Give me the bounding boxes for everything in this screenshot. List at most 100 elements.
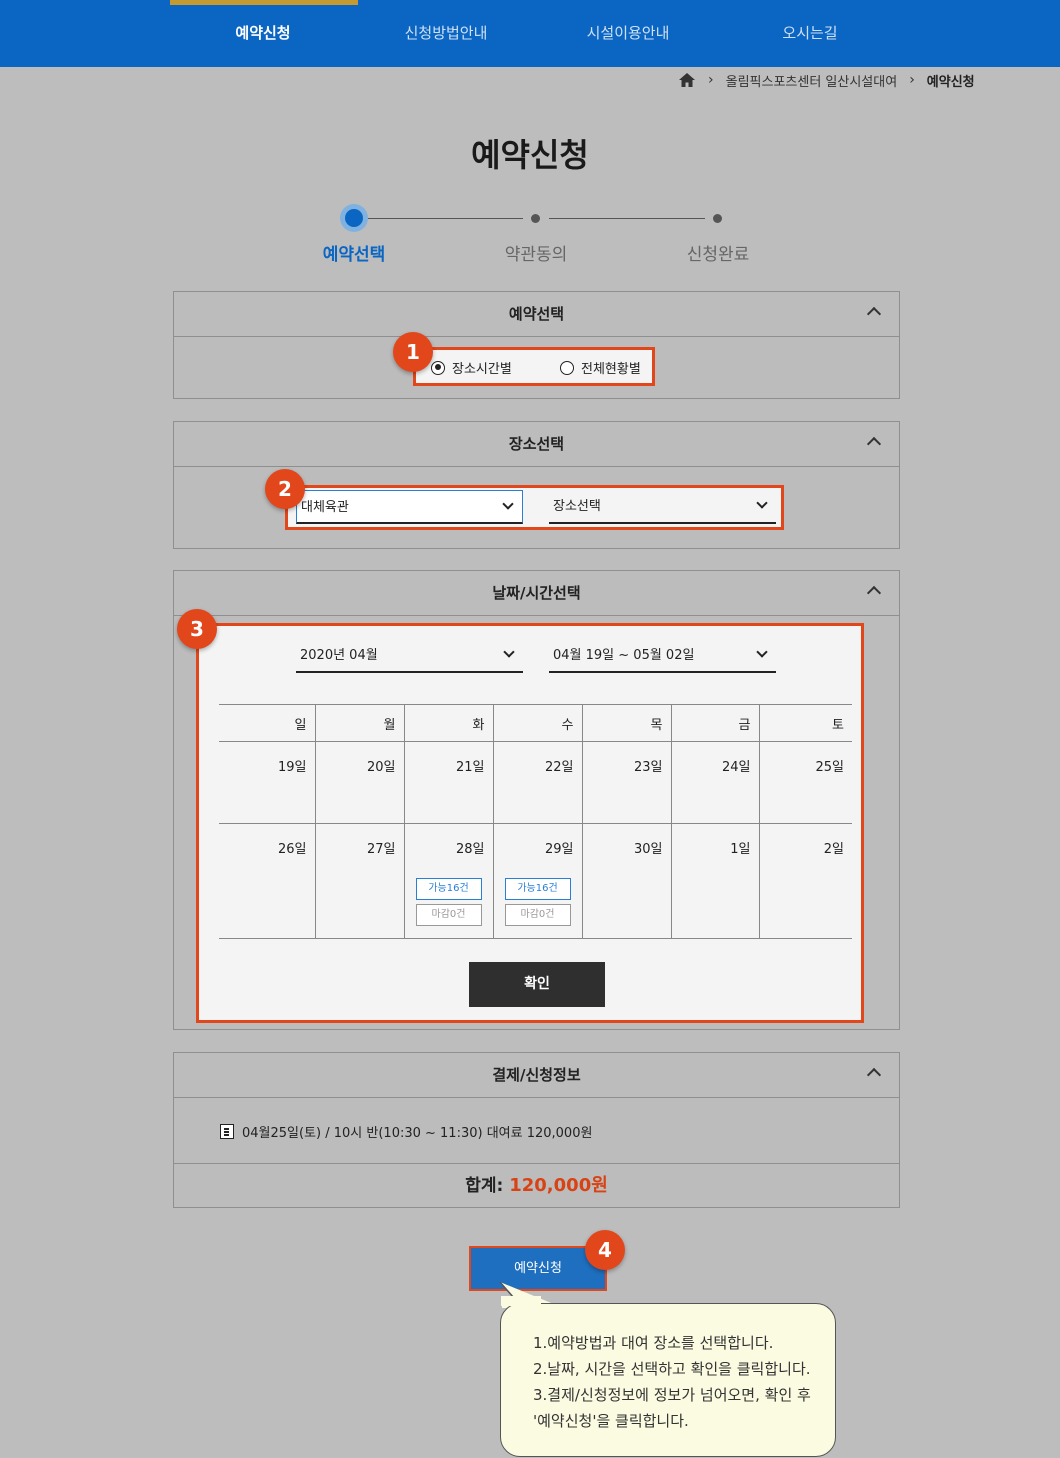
weekday-header: 화: [403, 704, 493, 742]
weekday-header: 수: [492, 704, 582, 742]
chevron-up-icon[interactable]: [866, 306, 882, 322]
calendar-day[interactable]: 21일: [403, 741, 493, 824]
payment-line: 04월25일(토) / 10시 반(10:30 ~ 11:30) 대여료 120…: [220, 1122, 592, 1141]
step-indicator: [713, 214, 722, 223]
panel-header[interactable]: 장소선택: [174, 422, 899, 467]
weekday-header: 토: [758, 704, 852, 742]
step-badge-3: 3: [177, 609, 217, 649]
tooltip-tail-mask: [501, 1296, 541, 1306]
calendar-day[interactable]: 1일: [670, 823, 759, 939]
place-select[interactable]: 장소선택: [549, 490, 776, 524]
month-select[interactable]: 2020년 04월: [296, 639, 523, 673]
available-slots-tag[interactable]: 가능16건: [504, 878, 571, 900]
calendar-day[interactable]: 25일: [758, 741, 852, 824]
calendar-day[interactable]: 26일: [219, 823, 315, 939]
weekday-header: 월: [314, 704, 404, 742]
panel-header[interactable]: 예약선택: [174, 292, 899, 337]
calendar-day[interactable]: 20일: [314, 741, 404, 824]
weekday-header: 목: [581, 704, 671, 742]
day-number: 29일: [544, 842, 574, 857]
weekday-header: 금: [670, 704, 759, 742]
calendar-day[interactable]: 27일: [314, 823, 404, 939]
day-number: 30일: [633, 842, 663, 857]
week-range-select[interactable]: 04월 19일 ~ 05월 02일: [549, 639, 776, 673]
step-label-terms: 약관동의: [504, 245, 568, 265]
month-select-value: 2020년 04월: [300, 648, 378, 663]
nav-item-directions[interactable]: 오시는길: [730, 22, 890, 43]
tooltip-line: '예약신청'을 클릭합니다.: [533, 1412, 689, 1430]
calendar-day[interactable]: 23일: [581, 741, 671, 824]
chevron-right-icon: ›: [909, 72, 915, 88]
chevron-down-icon: [756, 497, 768, 509]
radio-unchecked-icon: [560, 360, 574, 375]
day-number: 2일: [823, 842, 844, 857]
step-label-complete: 신청완료: [686, 245, 750, 265]
step-indicator-active: [340, 204, 368, 232]
panel-title: 장소선택: [508, 435, 565, 453]
facility-select[interactable]: 대체육관: [296, 490, 523, 524]
radio-label: 전체현황별: [581, 362, 641, 377]
available-slots-tag[interactable]: 가능16건: [415, 878, 482, 900]
nav-item-facility-guide[interactable]: 시설이용안내: [548, 22, 708, 43]
place-select-value: 장소선택: [553, 499, 601, 514]
day-number: 28일: [455, 842, 485, 857]
chevron-up-icon[interactable]: [866, 585, 882, 601]
breadcrumb: › 올림픽스포츠센터 일산시설대여 › 예약신청: [678, 70, 975, 90]
nav-accent-bar: [170, 0, 358, 5]
chevron-down-icon: [502, 498, 514, 510]
panel-header[interactable]: 날짜/시간선택: [174, 571, 899, 616]
step-connector: [549, 218, 705, 219]
nav-item-how-to-apply[interactable]: 신청방법안내: [366, 22, 526, 43]
panel-title: 예약선택: [508, 305, 565, 323]
tooltip-line: 1.예약방법과 대여 장소를 선택합니다.: [533, 1334, 774, 1352]
step-indicator: [531, 214, 540, 223]
radio-checked-icon: [431, 360, 445, 375]
confirm-button[interactable]: 확인: [469, 962, 605, 1007]
step-badge-2: 2: [265, 469, 305, 509]
panel-title: 날짜/시간선택: [492, 584, 581, 602]
document-icon: [220, 1124, 234, 1139]
tooltip-line: 2.날짜, 시간을 선택하고 확인을 클릭합니다.: [533, 1360, 811, 1378]
page-title: 예약신청: [471, 136, 589, 174]
radio-by-place-time[interactable]: 장소시간별: [431, 358, 512, 377]
day-number: 26일: [277, 842, 307, 857]
day-number: 27일: [366, 842, 396, 857]
day-number: 1일: [730, 842, 751, 857]
step-connector: [368, 218, 523, 219]
total-amount: 120,000원: [509, 1175, 608, 1196]
payment-line-text: 04월25일(토) / 10시 반(10:30 ~ 11:30) 대여료 120…: [242, 1126, 593, 1141]
radio-label: 장소시간별: [452, 362, 512, 377]
total-row: 합계: 120,000원: [173, 1163, 900, 1207]
calendar-day[interactable]: 29일 가능16건 마감0건: [492, 823, 582, 939]
tooltip-line: 3.결제/신청정보에 정보가 넘어오면, 확인 후: [533, 1386, 811, 1404]
help-tooltip: 1.예약방법과 대여 장소를 선택합니다. 2.날짜, 시간을 선택하고 확인을…: [500, 1303, 836, 1457]
chevron-right-icon: ›: [708, 72, 714, 88]
chevron-down-icon: [756, 646, 768, 658]
calendar-day[interactable]: 19일: [219, 741, 315, 824]
breadcrumb-section[interactable]: 올림픽스포츠센터 일산시설대여: [726, 71, 898, 90]
home-icon[interactable]: [678, 72, 696, 88]
chevron-down-icon: [503, 646, 515, 658]
panel-title: 결제/신청정보: [492, 1066, 581, 1084]
total-label: 합계:: [465, 1176, 504, 1196]
calendar-day[interactable]: 22일: [492, 741, 582, 824]
closed-slots-tag: 마감0건: [504, 904, 571, 926]
chevron-up-icon[interactable]: [866, 1067, 882, 1083]
calendar-day[interactable]: 24일: [670, 741, 759, 824]
radio-overall-status[interactable]: 전체현황별: [560, 358, 641, 377]
step-badge-4: 4: [585, 1230, 625, 1270]
step-badge-1: 1: [393, 332, 433, 372]
chevron-up-icon[interactable]: [866, 436, 882, 452]
calendar-day[interactable]: 2일: [758, 823, 852, 939]
top-navigation: 예약신청 신청방법안내 시설이용안내 오시는길: [0, 0, 1060, 67]
calendar-day[interactable]: 28일 가능16건 마감0건: [403, 823, 493, 939]
breadcrumb-current: 예약신청: [926, 74, 975, 90]
week-range-select-value: 04월 19일 ~ 05월 02일: [553, 648, 695, 663]
calendar-day[interactable]: 30일: [581, 823, 671, 939]
step-label-select: 예약선택: [322, 245, 386, 265]
facility-select-value: 대체육관: [301, 500, 349, 515]
calendar-table: 일 월 화 수 목 금 토 19일 20일 21일 22일 23일 24일 25…: [219, 704, 852, 939]
panel-header[interactable]: 결제/신청정보: [174, 1053, 899, 1098]
nav-item-reservation[interactable]: 예약신청: [183, 22, 343, 43]
closed-slots-tag: 마감0건: [415, 904, 482, 926]
